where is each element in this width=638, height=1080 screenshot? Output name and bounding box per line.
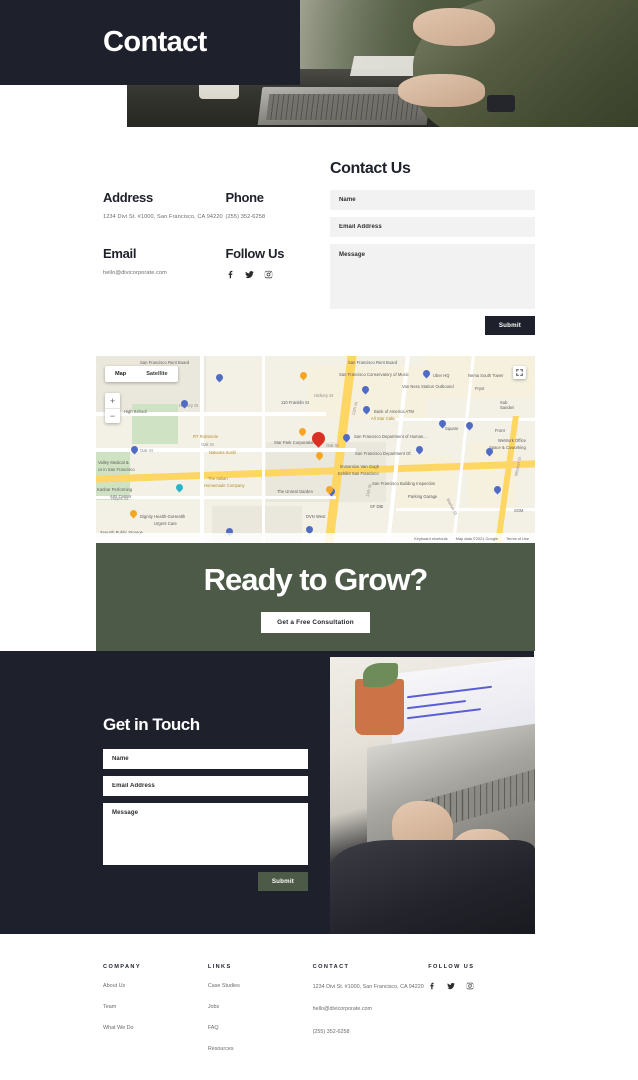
- footer-contact-heading: CONTACT: [312, 964, 350, 970]
- map-label: Star Park Corporation: [274, 440, 315, 445]
- google-map[interactable]: San Francisco Rent Board San Francisco R…: [96, 356, 535, 543]
- zoom-out-button[interactable]: −: [105, 408, 120, 423]
- footer-email[interactable]: hello@divicorporate.com: [313, 1004, 429, 1014]
- map-label: San Francisco Conservatory of Music: [339, 372, 409, 377]
- get-in-touch-form: Get in Touch Submit: [103, 715, 308, 891]
- footer-column-links: LINKS Case Studies Jobs FAQ Resources: [208, 964, 313, 1066]
- zoom-in-button[interactable]: +: [105, 393, 120, 408]
- map-data-attribution: Map data ©2021 Google: [455, 535, 499, 541]
- address-label: Address: [103, 190, 153, 205]
- contact-info-block: Address 1234 Divi St. #1000, San Francis…: [103, 190, 348, 279]
- footer-social-links: [428, 982, 533, 990]
- map-label: Parking Garage: [408, 494, 438, 499]
- contact-form: Contact Us Submit: [330, 160, 535, 335]
- contact-email-input[interactable]: [330, 217, 535, 237]
- expand-icon: [516, 369, 523, 376]
- map-type-control[interactable]: Map Satellite: [105, 366, 178, 382]
- plant-pot: [354, 679, 404, 735]
- suit-sleeve: [330, 839, 535, 934]
- page-title: Contact: [103, 26, 207, 58]
- footer-link-faq[interactable]: FAQ: [208, 1024, 313, 1032]
- hero-title-box: Contact: [0, 0, 300, 85]
- map-label: Van Ness Station Outbound: [402, 384, 454, 389]
- contact-name-input[interactable]: [330, 190, 535, 210]
- twitter-icon[interactable]: [447, 982, 455, 990]
- map-location-marker[interactable]: [309, 429, 328, 448]
- cta-heading: Ready to Grow?: [203, 561, 429, 597]
- map-zoom-control[interactable]: + −: [105, 393, 120, 423]
- map-label: Uber HQ: [433, 373, 450, 378]
- map-label: San Francisco Department Of.: [355, 451, 412, 456]
- map-canvas: San Francisco Rent Board San Francisco R…: [96, 356, 535, 543]
- footer-company-heading: COMPANY: [103, 964, 141, 970]
- map-label: Bank of America ATM: [374, 409, 415, 414]
- facebook-icon[interactable]: [226, 270, 235, 279]
- get-in-touch-title: Get in Touch: [103, 715, 200, 734]
- map-label: Nema South Tower: [468, 373, 504, 378]
- map-attribution-bar: Keyboard shortcuts Map data ©2021 Google…: [96, 533, 535, 543]
- contact-message-input[interactable]: [330, 244, 535, 309]
- footer-column-contact: CONTACT 1234 Divi St. #1000, San Francis…: [313, 964, 429, 1066]
- hero-hand-upper: [413, 7, 495, 46]
- map-label: San Francisco Department of Human...: [354, 434, 427, 439]
- map-keyboard-shortcuts[interactable]: Keyboard shortcuts: [414, 536, 448, 541]
- footer-links-heading: LINKS: [207, 964, 232, 970]
- instagram-icon[interactable]: [264, 270, 273, 279]
- footer-link-resources[interactable]: Resources: [208, 1045, 313, 1053]
- facebook-icon[interactable]: [428, 982, 436, 990]
- footer-address: 1234 Divi St. #1000, San Francisco, CA 9…: [312, 984, 424, 990]
- email-label: Email: [103, 245, 137, 261]
- cta-section: Ready to Grow? Get a Free Consultation: [96, 543, 535, 651]
- footer-follow-heading: FOLLOW US: [428, 964, 475, 970]
- map-terms-link[interactable]: Terms of Use: [506, 536, 529, 541]
- contact-page: Contact Address 1234 Divi St. #1000, San…: [0, 0, 638, 1080]
- footer-link-about-us[interactable]: About Us: [103, 982, 208, 990]
- footer-phone[interactable]: (255) 352-6258: [313, 1027, 429, 1037]
- twitter-icon[interactable]: [244, 270, 254, 279]
- map-type-satellite[interactable]: Satellite: [136, 366, 177, 382]
- free-consultation-button[interactable]: Get a Free Consultation: [261, 611, 370, 633]
- hero-section: Contact: [0, 0, 638, 140]
- footer-link-what-we-do[interactable]: What We Do: [103, 1024, 208, 1032]
- hero-keyboard: [266, 93, 420, 120]
- address-value: 1234 Divi St. #1000, San Francisco, CA 9…: [103, 214, 223, 220]
- address-column: Address 1234 Divi St. #1000, San Francis…: [103, 190, 226, 279]
- map-label: Front: [495, 428, 505, 433]
- footer-link-team[interactable]: Team: [103, 1003, 208, 1011]
- git-name-input[interactable]: [103, 749, 308, 769]
- footer-link-case-studies[interactable]: Case Studies: [208, 982, 313, 990]
- map-fullscreen-button[interactable]: [513, 366, 526, 379]
- git-message-input[interactable]: [103, 803, 308, 865]
- map-label: San Francisco Building Inspection: [372, 481, 436, 486]
- contact-form-title: Contact Us: [330, 160, 411, 177]
- footer: COMPANY About Us Team What We Do LINKS C…: [0, 934, 638, 1080]
- git-submit-button[interactable]: Submit: [257, 872, 308, 891]
- instagram-icon[interactable]: [466, 982, 474, 990]
- map-label: San Francisco Rent Board: [348, 360, 398, 365]
- footer-link-jobs[interactable]: Jobs: [208, 1003, 313, 1011]
- footer-column-follow: FOLLOW US: [428, 964, 533, 1066]
- footer-column-company: COMPANY About Us Team What We Do: [103, 964, 208, 1066]
- map-type-map[interactable]: Map: [105, 366, 136, 382]
- map-label: All Star Cafe: [371, 416, 395, 421]
- email-value: hello@divicorporate.com: [103, 269, 167, 276]
- get-in-touch-photo: [330, 657, 535, 934]
- contact-submit-button[interactable]: Submit: [484, 316, 535, 335]
- git-email-input[interactable]: [103, 776, 308, 796]
- hero-watch: [487, 95, 516, 112]
- hero-hand-lower: [397, 73, 485, 107]
